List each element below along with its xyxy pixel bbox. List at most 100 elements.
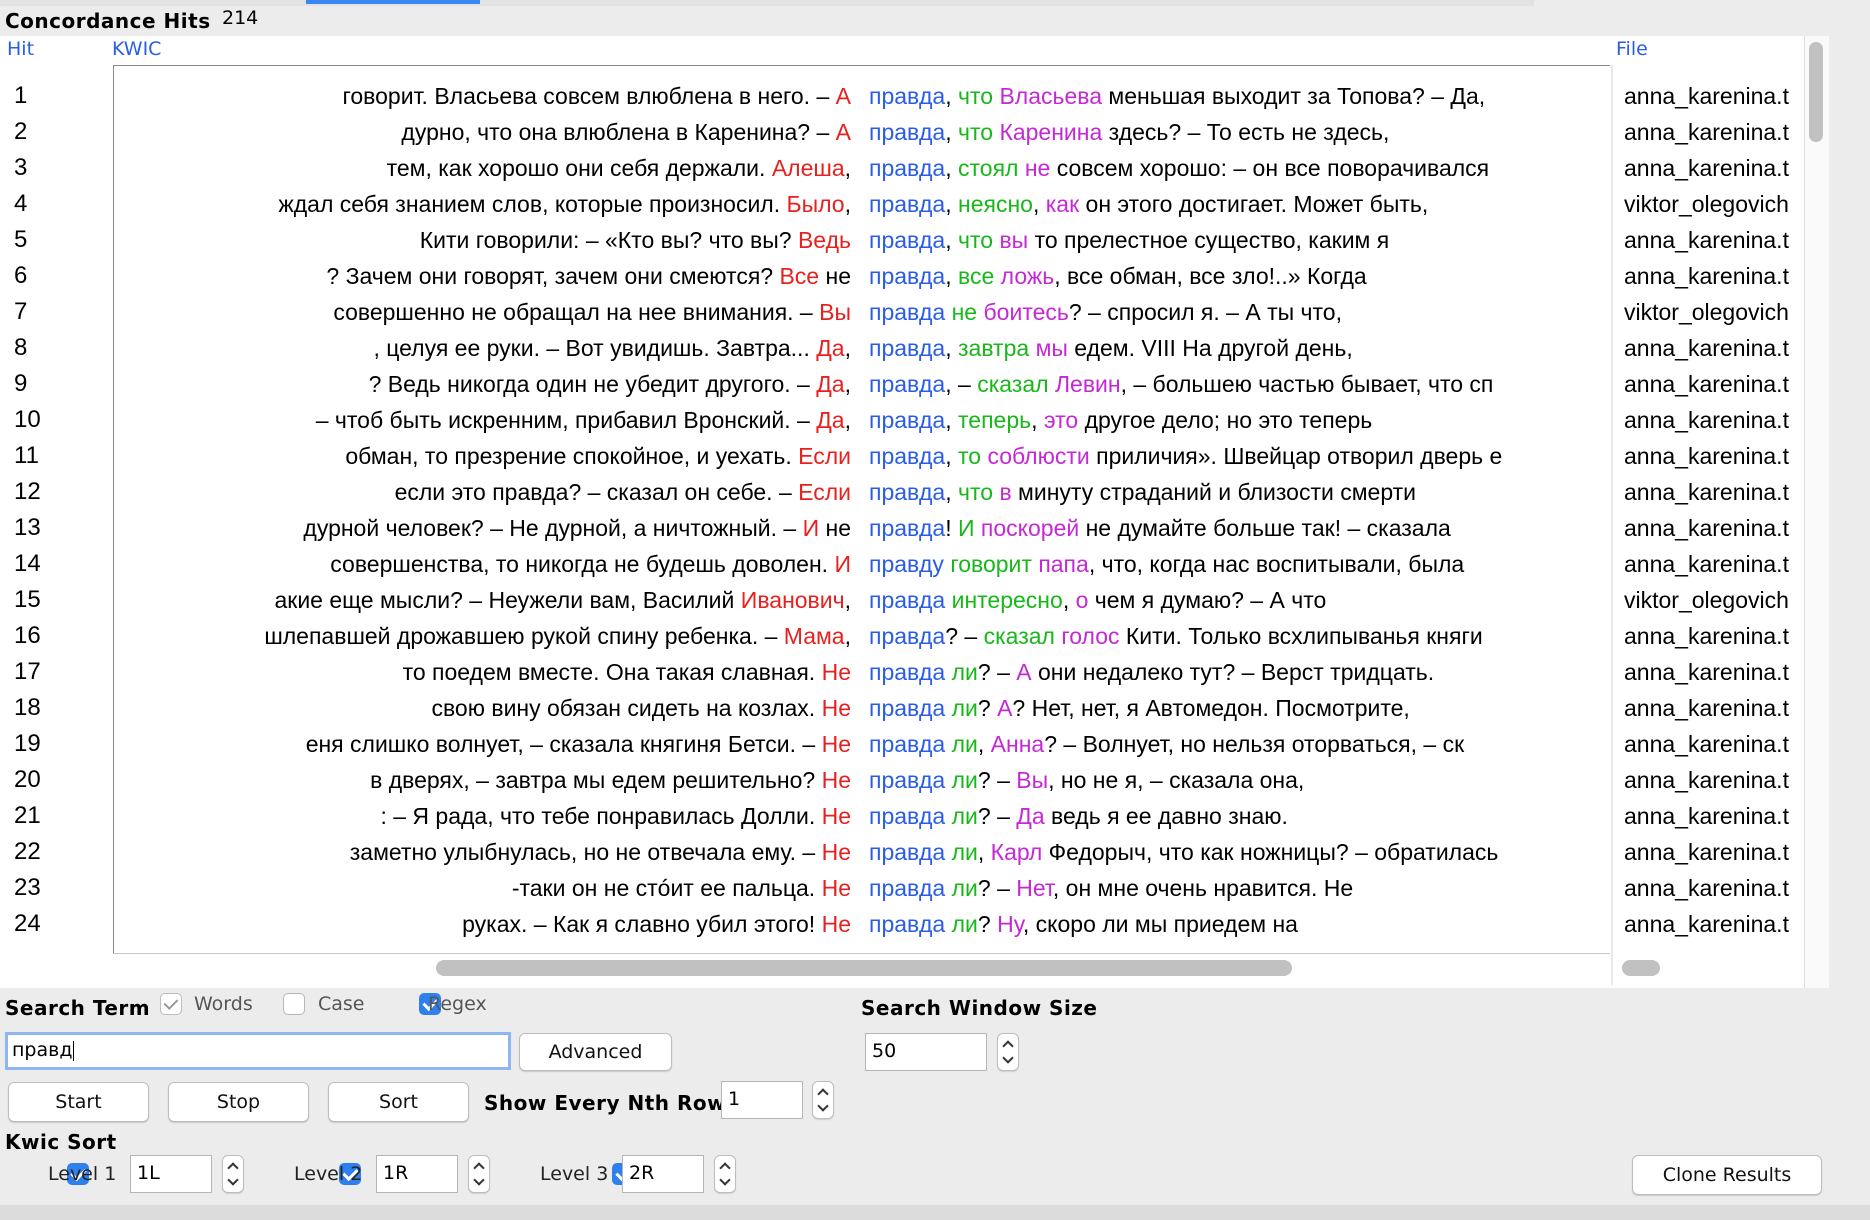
highlighted-token: что xyxy=(958,83,994,109)
left-context: тем, как хорошо они себя держали. Алеша, xyxy=(387,150,851,186)
highlighted-token: А xyxy=(997,695,1013,721)
file-horizontal-scroll-thumb[interactable] xyxy=(1622,960,1660,976)
file-name: anna_karenina.t xyxy=(1624,335,1789,361)
file-name: anna_karenina.t xyxy=(1624,155,1789,181)
context-text: Федорыч, что как ножницы? – обратилась xyxy=(1042,839,1499,865)
nth-row-input[interactable]: 1 xyxy=(721,1081,803,1119)
level-1-input[interactable]: 1L xyxy=(130,1155,212,1193)
selected-tab-indicator[interactable] xyxy=(306,0,480,4)
context-text: , он мне очень нравится. Не xyxy=(1052,875,1354,901)
kwic-row[interactable]: дурной человек? – Не дурной, а ничтожный… xyxy=(114,510,1610,546)
start-button[interactable]: Start xyxy=(8,1082,149,1122)
kwic-sort-label: Kwic Sort xyxy=(5,1130,117,1154)
kwic-row[interactable]: акие еще мысли? – Неужели вам, Василий И… xyxy=(114,582,1610,618)
kwic-row[interactable]: говорит. Власьева совсем влюблена в него… xyxy=(114,78,1610,114)
kwic-row[interactable]: – чтоб быть искренним, прибавил Вронский… xyxy=(114,402,1610,438)
highlighted-token: А xyxy=(835,83,851,109)
highlighted-token: Если xyxy=(798,443,851,469)
case-checkbox[interactable] xyxy=(283,993,305,1015)
highlighted-token: А xyxy=(1016,659,1032,685)
hit-number: 16 xyxy=(14,622,41,649)
context-text: – чтоб быть искренним, прибавил Вронский… xyxy=(315,407,817,433)
context-text: акие еще мысли? – Неужели вам, Василий xyxy=(274,587,741,613)
highlighted-token: сказал xyxy=(983,623,1055,649)
context-text: говорит. Власьева совсем влюблена в него… xyxy=(342,83,836,109)
kwic-row[interactable]: руках. – Как я славно убил этого! Не прав… xyxy=(114,906,1610,942)
keyword: правда xyxy=(869,587,946,613)
level-3-input[interactable]: 2R xyxy=(622,1155,704,1193)
horizontal-scroll-thumb[interactable] xyxy=(436,960,1292,976)
stop-button[interactable]: Stop xyxy=(168,1082,309,1122)
words-checkbox[interactable] xyxy=(160,993,182,1015)
column-header-kwic[interactable]: KWIC xyxy=(112,38,161,60)
left-context: ? Ведь никогда один не убедит другого. –… xyxy=(369,366,851,402)
highlighted-token: в xyxy=(999,479,1012,505)
kwic-row[interactable]: в дверях, – завтра мы едем решительно? Н… xyxy=(114,762,1610,798)
advanced-button[interactable]: Advanced xyxy=(519,1033,672,1071)
highlighted-token: стоял xyxy=(958,155,1019,181)
search-term-input[interactable]: правд xyxy=(5,1032,511,1070)
kwic-row[interactable]: свою вину обязан сидеть на козлах. Не пра… xyxy=(114,690,1610,726)
kwic-row[interactable]: Кити говорили: – «Кто вы? что вы? Ведь пр… xyxy=(114,222,1610,258)
context-text: ? – xyxy=(945,623,984,649)
keyword-and-right-context: правда ли? – А они недалеко тут? – Верст… xyxy=(869,654,1434,690)
vertical-scrollbar[interactable] xyxy=(1804,36,1829,988)
kwic-row[interactable]: совершенно не обращал на нее внимания. –… xyxy=(114,294,1610,330)
context-text: , xyxy=(945,263,958,289)
level-2-stepper[interactable] xyxy=(468,1155,490,1193)
context-text: свою вину обязан сидеть на козлах. xyxy=(431,695,822,721)
sort-button[interactable]: Sort xyxy=(328,1082,469,1122)
column-divider[interactable] xyxy=(1611,65,1613,985)
file-name: anna_karenina.t xyxy=(1624,875,1789,901)
context-text: не xyxy=(819,515,851,541)
level-3-stepper[interactable] xyxy=(714,1155,736,1193)
kwic-row[interactable]: совершенства, то никогда не будешь довол… xyxy=(114,546,1610,582)
kwic-row[interactable]: тем, как хорошо они себя держали. Алеша,… xyxy=(114,150,1610,186)
highlighted-token: Каренина xyxy=(999,119,1103,145)
kwic-row[interactable]: еня слишко волнует, – сказала княгиня Бе… xyxy=(114,726,1610,762)
nth-row-stepper[interactable] xyxy=(812,1081,834,1119)
column-header-file[interactable]: File xyxy=(1616,38,1648,60)
kwic-table[interactable]: говорит. Власьева совсем влюблена в него… xyxy=(113,65,1610,954)
vertical-scroll-thumb[interactable] xyxy=(1809,42,1823,142)
kwic-row[interactable]: , целуя ее руки. – Вот увидишь. Завтра..… xyxy=(114,330,1610,366)
context-text: , xyxy=(945,407,958,433)
kwic-row[interactable]: дурно, что она влюблена в Каренина? – Ап… xyxy=(114,114,1610,150)
kwic-row[interactable]: то поедем вместе. Она такая славная. Не п… xyxy=(114,654,1610,690)
context-text: , xyxy=(945,191,958,217)
kwic-row[interactable]: ? Ведь никогда один не убедит другого. –… xyxy=(114,366,1610,402)
search-window-size-input[interactable]: 50 xyxy=(865,1033,987,1071)
keyword: правда xyxy=(869,371,946,397)
kwic-row[interactable]: шлепавшей дрожавшею рукой спину ребенка.… xyxy=(114,618,1610,654)
left-context: руках. – Как я славно убил этого! Не xyxy=(462,906,851,942)
level-1-stepper[interactable] xyxy=(222,1155,244,1193)
kwic-row[interactable]: -таки он не стóит ее пальца. Не правда ли… xyxy=(114,870,1610,906)
tab-strip xyxy=(0,0,1534,6)
left-context: : – Я рада, что тебе понравилась Долли. … xyxy=(380,798,851,834)
clone-results-button[interactable]: Clone Results xyxy=(1632,1155,1822,1195)
kwic-row[interactable]: обман, то презрение спокойное, и уехать.… xyxy=(114,438,1610,474)
level-2-input[interactable]: 1R xyxy=(376,1155,458,1193)
highlighted-token: А xyxy=(835,119,851,145)
keyword-and-right-context: правда, стоял не совсем хорошо: – он все… xyxy=(869,150,1489,186)
kwic-row[interactable]: заметно улыбнулась, но не отвечала ему. … xyxy=(114,834,1610,870)
highlighted-token: папа xyxy=(1038,551,1089,577)
highlighted-token: о xyxy=(1075,587,1089,613)
highlighted-token: мы xyxy=(1035,335,1068,361)
file-name: viktor_olegovich xyxy=(1624,587,1789,613)
column-header-hit[interactable]: Hit xyxy=(7,38,34,60)
kwic-row[interactable]: : – Я рада, что тебе понравилась Долли. … xyxy=(114,798,1610,834)
keyword: правда xyxy=(869,83,946,109)
context-text: , все обман, все зло!..» Когда xyxy=(1054,263,1367,289)
context-text: , xyxy=(945,83,958,109)
highlighted-token: все xyxy=(958,263,995,289)
kwic-row[interactable]: если это правда? – сказал он себе. – Есл… xyxy=(114,474,1610,510)
context-text: здесь? – То есть не здесь, xyxy=(1102,119,1390,145)
highlighted-token: ложь xyxy=(1000,263,1055,289)
search-window-stepper[interactable] xyxy=(997,1033,1019,1071)
highlighted-token: ли xyxy=(951,875,978,901)
kwic-row[interactable]: ? Зачем они говорят, зачем они смеются? … xyxy=(114,258,1610,294)
words-label: Words xyxy=(194,993,253,1015)
context-text: еня слишко волнует, – сказала княгиня Бе… xyxy=(305,731,822,757)
kwic-row[interactable]: ждал себя знанием слов, которые произнос… xyxy=(114,186,1610,222)
